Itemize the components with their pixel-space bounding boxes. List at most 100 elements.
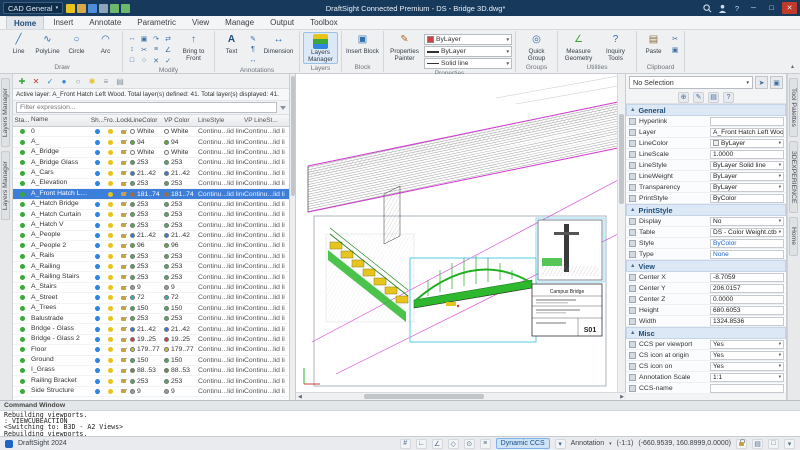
- layer-frozen-toggle[interactable]: [104, 358, 117, 363]
- layer-vp-color[interactable]: 9: [164, 284, 198, 291]
- layer-row[interactable]: A_Stairs99Continu...lid lineContinu...li…: [13, 283, 289, 293]
- layer-show-toggle[interactable]: [91, 160, 104, 165]
- column-linestyle[interactable]: LineStyle: [198, 117, 244, 124]
- layer-linecolor[interactable]: 179..77: [130, 346, 164, 353]
- layer-linecolor[interactable]: 9: [130, 284, 164, 291]
- right-tab-tool-palettes[interactable]: Tool Palettes: [789, 78, 798, 137]
- fillet-icon[interactable]: ∠: [162, 44, 174, 55]
- scroll-right-icon[interactable]: ▶: [618, 394, 626, 400]
- property-value[interactable]: Yes▾: [710, 340, 784, 349]
- text-button[interactable]: AText: [218, 32, 245, 56]
- insert-block-button[interactable]: ▣Insert Block: [345, 32, 380, 56]
- layer-row[interactable]: 0WhiteWhiteContinu...lid lineContinu...l…: [13, 127, 289, 137]
- tab-output[interactable]: Output: [263, 16, 301, 29]
- layer-lock-toggle[interactable]: [117, 348, 130, 352]
- layer-frozen-toggle[interactable]: [104, 160, 117, 165]
- layer-lock-toggle[interactable]: [117, 171, 130, 175]
- layer-linestyle[interactable]: Continu...lid line: [198, 284, 244, 291]
- layer-vp-color[interactable]: 253: [164, 274, 198, 281]
- scrollbar-thumb[interactable]: [364, 394, 484, 399]
- explode-icon[interactable]: ○: [138, 55, 150, 66]
- show-all-layers-icon[interactable]: ●: [58, 75, 70, 87]
- layer-linestyle[interactable]: Continu...lid line: [198, 232, 244, 239]
- arc-button[interactable]: ◠Arc: [92, 32, 119, 56]
- layer-vp-linestyle[interactable]: Continu...lid li: [244, 222, 289, 229]
- tab-insert[interactable]: Insert: [46, 16, 80, 29]
- properties-tool-3-icon[interactable]: ▤: [708, 92, 719, 103]
- layer-linestyle[interactable]: Continu...lid line: [198, 326, 244, 333]
- column-linecolor[interactable]: LineColor: [130, 117, 164, 124]
- layer-linecolor[interactable]: 253: [130, 263, 164, 270]
- layer-linestyle[interactable]: Continu...lid line: [198, 128, 244, 135]
- layer-linecolor[interactable]: 253: [130, 222, 164, 229]
- linestyle-combo[interactable]: Solid line▾: [424, 58, 512, 69]
- minimize-button[interactable]: ─: [746, 2, 761, 14]
- layer-show-toggle[interactable]: [91, 181, 104, 186]
- layer-linestyle[interactable]: Continu...lid line: [198, 201, 244, 208]
- polar-icon[interactable]: ∠: [432, 439, 443, 449]
- column-lock[interactable]: Lock: [117, 117, 130, 124]
- esnap-icon[interactable]: ◇: [448, 439, 459, 449]
- layer-linecolor[interactable]: 72: [130, 294, 164, 301]
- new-layer-icon[interactable]: ✚: [16, 75, 28, 87]
- rotate-icon[interactable]: ↷: [150, 33, 162, 44]
- right-tab-3dexperience[interactable]: 3DEXPERIENCE: [789, 141, 798, 214]
- lineweight-combo[interactable]: ByLayer▾: [424, 46, 512, 57]
- property-value[interactable]: None: [710, 250, 784, 259]
- layer-vp-color[interactable]: 21..42: [164, 326, 198, 333]
- leader-icon[interactable]: ✎: [247, 33, 259, 44]
- scale-icon[interactable]: □: [126, 55, 138, 66]
- layer-linecolor[interactable]: 253: [130, 274, 164, 281]
- layer-linecolor[interactable]: 253: [130, 378, 164, 385]
- undo-icon[interactable]: [110, 4, 119, 13]
- layer-row[interactable]: A_People21..4221..42Continu...lid lineCo…: [13, 231, 289, 241]
- ribbon-collapse-button[interactable]: ▴: [791, 63, 798, 72]
- column-vp-color[interactable]: VP Color: [164, 117, 198, 124]
- layer-vp-color[interactable]: 150: [164, 305, 198, 312]
- layer-vp-linestyle[interactable]: Continu...lid li: [244, 201, 289, 208]
- layer-linecolor[interactable]: 9: [130, 388, 164, 395]
- layer-row[interactable]: Floor179..77179..77Continu...lid lineCon…: [13, 345, 289, 355]
- polyline-button[interactable]: ∿PolyLine: [34, 32, 61, 56]
- layer-linestyle[interactable]: Continu...lid line: [198, 211, 244, 218]
- layer-vp-linestyle[interactable]: Continu...lid li: [244, 336, 289, 343]
- dynamic-ccs-toggle[interactable]: Dynamic CCS: [496, 438, 550, 449]
- layer-show-toggle[interactable]: [91, 285, 104, 290]
- layer-vp-color[interactable]: 253: [164, 222, 198, 229]
- layer-show-toggle[interactable]: [91, 389, 104, 394]
- layer-lock-toggle[interactable]: [117, 286, 130, 290]
- layer-show-toggle[interactable]: [91, 223, 104, 228]
- layer-vp-color[interactable]: 96: [164, 242, 198, 249]
- layer-vp-linestyle[interactable]: Continu...lid li: [244, 315, 289, 322]
- layer-row[interactable]: A_Bridge Glass253253Continu...lid lineCo…: [13, 158, 289, 168]
- layer-linestyle[interactable]: Continu...lid line: [198, 263, 244, 270]
- right-tab-home[interactable]: Home: [789, 217, 798, 255]
- layer-vp-linestyle[interactable]: Continu...lid li: [244, 159, 289, 166]
- isolate-icon[interactable]: ▤: [752, 439, 763, 449]
- offset-icon[interactable]: ≡: [150, 44, 162, 55]
- layer-show-toggle[interactable]: [91, 202, 104, 207]
- layer-vp-linestyle[interactable]: Continu...lid li: [244, 357, 289, 364]
- properties-tool-4-icon[interactable]: ?: [723, 92, 734, 103]
- linecolor-combo[interactable]: ByLayer▾: [424, 34, 512, 45]
- layer-lock-toggle[interactable]: [117, 130, 130, 134]
- command-history[interactable]: Rebuilding viewports. : VIEWCUBEACTION <…: [0, 411, 800, 438]
- lock-ui-icon[interactable]: [736, 439, 747, 449]
- layer-vp-color[interactable]: 253: [164, 263, 198, 270]
- layer-linecolor[interactable]: 94: [130, 139, 164, 146]
- layer-frozen-toggle[interactable]: [104, 181, 117, 186]
- layer-lock-toggle[interactable]: [117, 244, 130, 248]
- tab-parametric[interactable]: Parametric: [130, 16, 183, 29]
- layer-linestyle[interactable]: Continu...lid line: [198, 336, 244, 343]
- layer-show-toggle[interactable]: [91, 192, 104, 197]
- delete-layer-icon[interactable]: ✕: [30, 75, 42, 87]
- layer-vp-linestyle[interactable]: Continu...lid li: [244, 149, 289, 156]
- layer-show-toggle[interactable]: [91, 347, 104, 352]
- copy-icon[interactable]: ▣: [138, 33, 150, 44]
- layer-vp-color[interactable]: 179..77: [164, 346, 198, 353]
- layer-vp-color[interactable]: 253: [164, 253, 198, 260]
- layer-lock-toggle[interactable]: [117, 265, 130, 269]
- layer-linestyle[interactable]: Continu...lid line: [198, 222, 244, 229]
- layer-lock-toggle[interactable]: [117, 317, 130, 321]
- layer-linestyle[interactable]: Continu...lid line: [198, 305, 244, 312]
